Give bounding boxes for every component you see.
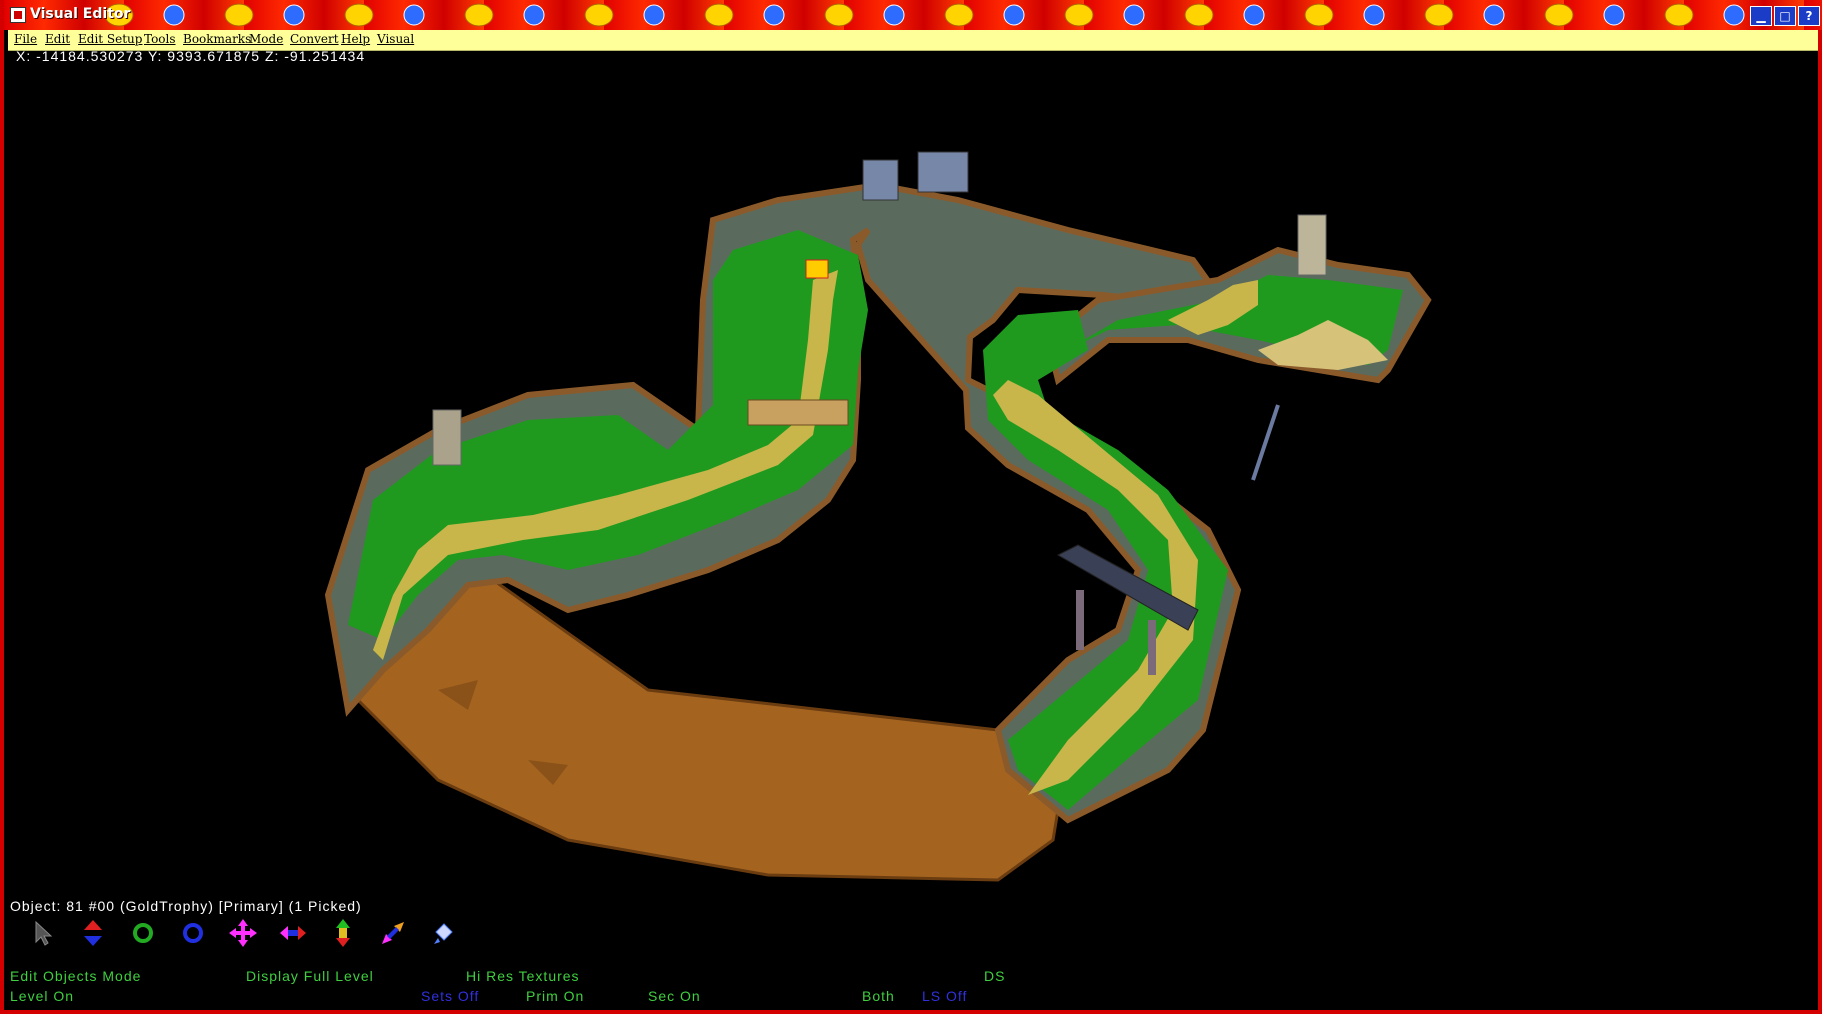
menu-bookmarks[interactable]: Bookmarks xyxy=(183,32,251,46)
bridge-pillar-right xyxy=(1148,620,1156,675)
object-status: Object: 81 #00 (GoldTrophy) [Primary] (1… xyxy=(10,898,362,914)
menu-edit-setup[interactable]: Edit Setup xyxy=(78,32,142,46)
menu-convert[interactable]: Convert xyxy=(290,32,339,46)
sets-toggle[interactable]: Sets Off xyxy=(421,988,479,1004)
spline-marker xyxy=(1251,404,1280,481)
maximize-button[interactable]: □ xyxy=(1774,6,1796,26)
ds-mode-label: DS xyxy=(984,968,1006,984)
scale-diagonal-icon[interactable] xyxy=(378,918,408,948)
visual-editor-window: Visual Editor ▁ □ ? File Edit Edit Setup… xyxy=(0,0,1822,1014)
castle-tower-top-right xyxy=(917,151,969,193)
scale-horizontal-icon[interactable] xyxy=(278,918,308,948)
stone-tower-left xyxy=(432,409,462,466)
menu-mode[interactable]: Mode xyxy=(249,32,283,46)
menu-help[interactable]: Help xyxy=(341,32,370,46)
edit-objects-mode-label: Edit Objects Mode xyxy=(10,968,142,984)
help-button[interactable]: ? xyxy=(1798,6,1820,26)
bridge-pillar-left xyxy=(1076,590,1084,650)
track-dirt-base xyxy=(351,553,1060,882)
menu-tools[interactable]: Tools xyxy=(144,32,176,46)
3d-viewport[interactable] xyxy=(8,50,1818,1010)
minimize-button[interactable]: ▁ xyxy=(1750,6,1772,26)
rotate-blue-icon[interactable] xyxy=(178,918,208,948)
rotate-green-icon[interactable] xyxy=(128,918,158,948)
display-mode-label: Display Full Level xyxy=(246,968,374,984)
move-all-icon[interactable] xyxy=(228,918,258,948)
both-toggle[interactable]: Both xyxy=(862,988,895,1004)
ls-toggle[interactable]: LS Off xyxy=(922,988,967,1004)
app-icon[interactable] xyxy=(10,7,26,23)
menu-file[interactable]: File xyxy=(14,32,37,46)
cursor-coordinates: X: -14184.530273 Y: 9393.671875 Z: -91.2… xyxy=(16,48,366,64)
scale-vertical-icon[interactable] xyxy=(328,918,358,948)
castle-tower-top-left xyxy=(862,159,899,201)
paint-bucket-icon[interactable] xyxy=(428,918,458,948)
select-arrow-icon[interactable] xyxy=(28,918,58,948)
sec-toggle[interactable]: Sec On xyxy=(648,988,701,1004)
maximize-icon: □ xyxy=(1779,9,1791,23)
textures-mode-label: Hi Res Textures xyxy=(466,968,580,984)
menu-visual[interactable]: Visual xyxy=(377,32,414,46)
level-toggle[interactable]: Level On xyxy=(10,988,74,1004)
help-icon: ? xyxy=(1805,9,1813,23)
title-pattern-decoration xyxy=(104,3,1745,27)
menu-edit[interactable]: Edit xyxy=(45,32,70,46)
minimize-icon: ▁ xyxy=(1756,9,1766,23)
prim-toggle[interactable]: Prim On xyxy=(526,988,584,1004)
window-title: Visual Editor xyxy=(30,6,131,22)
gold-trophy-object[interactable] xyxy=(805,259,829,279)
wooden-gate xyxy=(747,399,849,426)
title-bar[interactable]: Visual Editor ▁ □ ? xyxy=(4,0,1822,30)
stone-tower-right xyxy=(1297,214,1327,276)
move-vertical-icon[interactable] xyxy=(78,918,108,948)
